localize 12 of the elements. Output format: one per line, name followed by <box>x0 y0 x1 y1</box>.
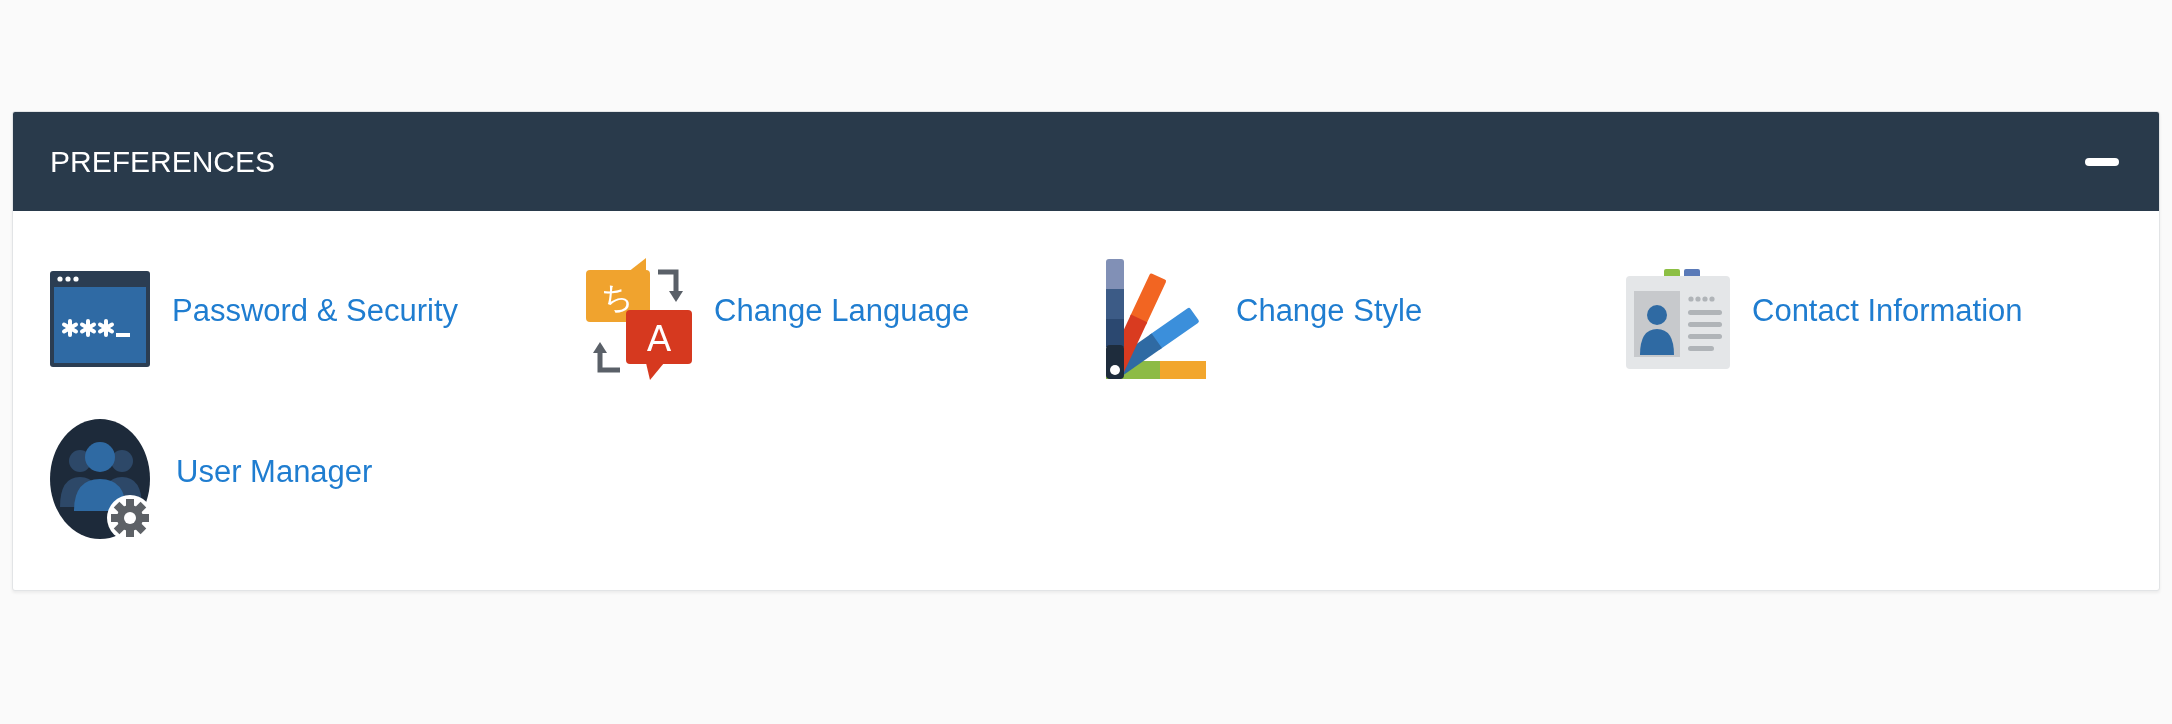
user-manager-link[interactable]: User Manager <box>50 419 373 541</box>
change-style-link[interactable]: Change Style <box>1106 258 1423 380</box>
contact-card-icon <box>1626 269 1730 369</box>
minus-icon <box>2085 157 2119 166</box>
password-security-link[interactable]: Password & Security <box>50 258 458 380</box>
bent-arrow-icon <box>658 269 683 302</box>
change-language-link[interactable]: ち A Change Language <box>586 258 970 380</box>
bent-arrow-icon <box>593 342 620 373</box>
collapse-button[interactable] <box>2085 157 2119 166</box>
panel-title: PREFERENCES <box>50 144 276 179</box>
password-window-icon <box>50 271 150 367</box>
contact-information-link[interactable]: Contact Information <box>1626 258 2023 380</box>
